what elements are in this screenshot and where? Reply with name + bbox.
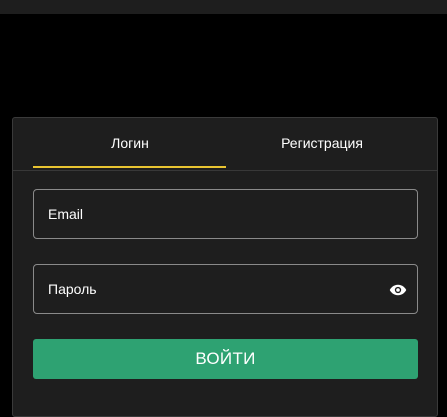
active-tab-indicator — [33, 166, 226, 168]
tab-register[interactable]: Регистрация — [226, 118, 418, 168]
auth-card: Логин Регистрация ВОЙТИ — [12, 117, 438, 417]
top-bar — [0, 0, 447, 14]
password-field-wrapper — [33, 264, 418, 314]
login-button[interactable]: ВОЙТИ — [33, 339, 418, 379]
email-field-wrapper — [33, 189, 418, 239]
email-field[interactable] — [34, 190, 417, 238]
auth-tabs: Логин Регистрация — [13, 118, 437, 171]
tab-login[interactable]: Логин — [34, 118, 226, 168]
password-field[interactable] — [34, 265, 417, 313]
eye-icon[interactable] — [389, 281, 407, 299]
